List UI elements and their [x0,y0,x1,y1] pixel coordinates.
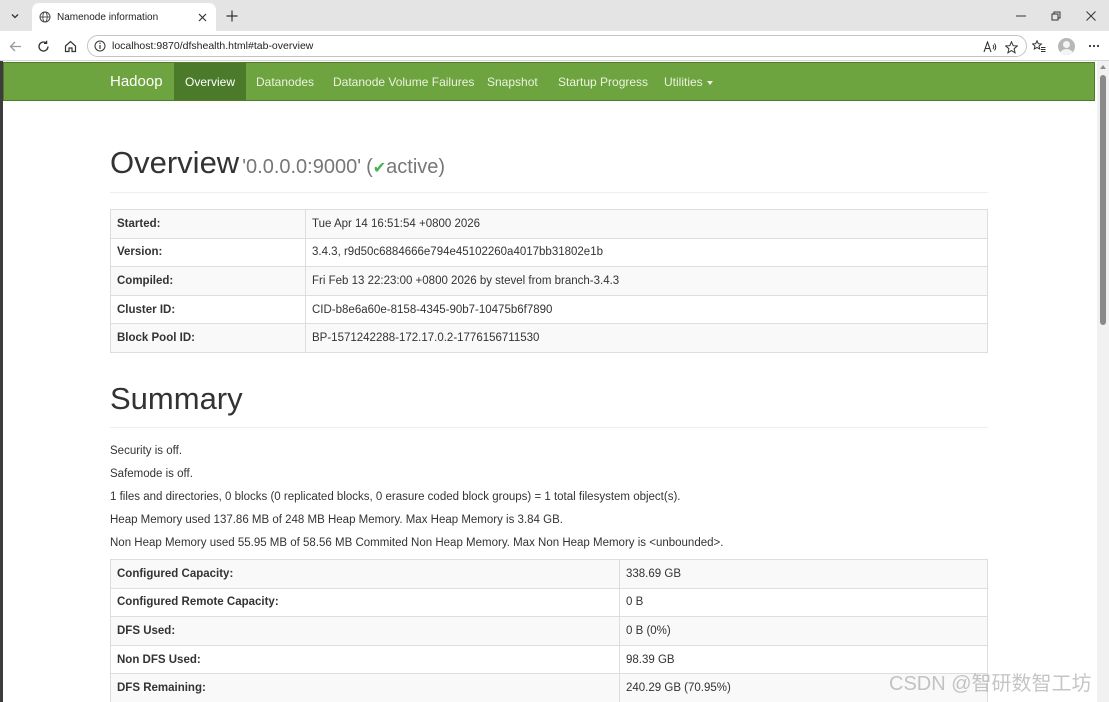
table-key: DFS Used: [110,616,620,646]
home-icon [64,40,76,52]
new-tab-button[interactable] [222,6,242,26]
table-row: Configured Capacity: 338.69 GB [110,559,988,589]
restore-button[interactable] [1038,0,1074,31]
more-menu-button[interactable] [1083,35,1105,57]
overview-address: '0.0.0.0:9000' [242,156,362,178]
nav-snapshot[interactable]: Snapshot [476,63,549,100]
nav-utilities[interactable]: Utilities [653,63,724,100]
minimize-button[interactable] [1003,0,1039,31]
browser-tabstrip: Namenode information [0,0,1109,31]
table-key: Started: [110,209,306,239]
table-value: 338.69 GB [619,559,988,589]
close-window-button[interactable] [1073,0,1109,31]
table-key: Configured Remote Capacity: [110,587,620,618]
vertical-scrollbar[interactable] [1097,61,1109,702]
star-icon [1004,40,1018,54]
security-status: Security is off. [110,445,183,457]
reload-button[interactable] [32,35,54,57]
safemode-status: Safemode is off. [110,468,193,480]
table-value: 3.4.3, r9d50c6884666e794e45102260a4017bb… [305,237,988,268]
read-aloud-icon [983,41,997,53]
plus-icon [226,10,238,22]
table-row: Compiled: Fri Feb 13 22:23:00 +0800 2026 … [110,266,988,296]
table-row: Started: Tue Apr 14 16:51:54 +0800 2026 [110,209,988,239]
nav-overview[interactable]: Overview [174,63,247,100]
nav-datanodes[interactable]: Datanodes [245,63,325,100]
table-row: DFS Remaining: 240.29 GB (70.95%) [110,673,988,702]
overview-table: Started: Tue Apr 14 16:51:54 +0800 2026 V… [110,209,988,353]
restore-icon [1051,11,1061,20]
page-viewport: Hadoop Overview Datanodes Datanode Volum… [0,61,1109,702]
table-row: Version: 3.4.3, r9d50c6884666e794e4510226… [110,237,988,268]
state-close: ) [438,156,446,178]
hadoop-navbar: Hadoop Overview Datanodes Datanode Volum… [3,62,1095,101]
table-value: CID-b8e6a60e-8158-4345-90b7-10475b6f7890 [305,294,988,325]
table-key: Non DFS Used: [110,644,620,675]
scrollbar-thumb[interactable] [1100,75,1106,325]
read-aloud-button[interactable] [981,38,999,56]
globe-icon [39,11,51,23]
overview-title: Overview [110,145,240,180]
state-label: active [386,156,439,178]
more-icon [1088,44,1100,48]
nav-startup-progress[interactable]: Startup Progress [547,63,659,100]
non-heap-memory: Non Heap Memory used 55.95 MB of 58.56 M… [110,537,724,549]
watermark: CSDN @智研数智工坊 [889,673,1092,695]
divider [110,427,988,428]
favorites-button[interactable] [1028,35,1050,57]
address-bar[interactable]: localhost:9870/dfshealth.html#tab-overvi… [87,35,1027,57]
url-text[interactable]: localhost:9870/dfshealth.html#tab-overvi… [112,40,313,52]
summary-heading: Summary [110,381,243,416]
table-key: DFS Remaining: [110,673,620,702]
table-row: Non DFS Used: 98.39 GB [110,644,988,675]
nav-datanode-volume-failures[interactable]: Datanode Volume Failures [322,63,485,100]
table-value: 0 B (0%) [619,616,988,646]
caret-down-icon [706,80,713,85]
table-value: Tue Apr 14 16:51:54 +0800 2026 [305,209,988,239]
info-icon[interactable] [94,40,106,52]
table-value: 0 B [619,587,988,618]
tab-list-button[interactable] [4,5,26,27]
close-icon [198,13,206,21]
tab-title: Namenode information [57,11,159,23]
browser-toolbar: localhost:9870/dfshealth.html#tab-overvi… [0,31,1109,61]
table-row: Configured Remote Capacity: 0 B [110,587,988,618]
favorites-list-icon [1032,39,1046,52]
back-button[interactable] [4,35,26,57]
table-key: Configured Capacity: [110,559,620,589]
chevron-down-icon [11,14,19,19]
favorite-button[interactable] [1002,38,1020,56]
arrow-left-icon [9,41,21,51]
home-button[interactable] [59,35,81,57]
table-row: Cluster ID: CID-b8e6a60e-8158-4345-90b7-1… [110,294,988,325]
close-icon [1086,10,1096,21]
tab-close-button[interactable] [194,9,210,25]
overview-heading: Overview '0.0.0.0:9000' (✔active) [110,145,445,181]
summary-table: Configured Capacity: 338.69 GB Configured… [110,559,988,702]
divider [110,192,988,193]
table-key: Block Pool ID: [110,323,306,353]
profile-avatar[interactable] [1058,38,1075,55]
state-open: ( [366,156,373,178]
table-value: Fri Feb 13 22:23:00 +0800 2026 by stevel… [305,266,988,296]
table-value: BP-1571242288-172.17.0.2-1776156711530 [305,323,988,353]
table-key: Compiled: [110,266,306,296]
table-row: DFS Used: 0 B (0%) [110,616,988,646]
browser-tab-active[interactable]: Namenode information [32,3,216,31]
heap-memory: Heap Memory used 137.86 MB of 248 MB Hea… [110,514,563,526]
nav-utilities-label: Utilities [664,75,703,89]
table-key: Version: [110,237,306,268]
table-row: Block Pool ID: BP-1571242288-172.17.0.2-1… [110,323,988,353]
minimize-icon [1016,15,1026,16]
table-key: Cluster ID: [110,294,306,325]
filesystem-objects: 1 files and directories, 0 blocks (0 rep… [110,491,681,503]
checkmark-icon: ✔ [372,160,387,177]
navbar-brand[interactable]: Hadoop [110,63,163,100]
scroll-up-arrow-icon[interactable] [1100,65,1106,69]
reload-icon [37,40,49,52]
